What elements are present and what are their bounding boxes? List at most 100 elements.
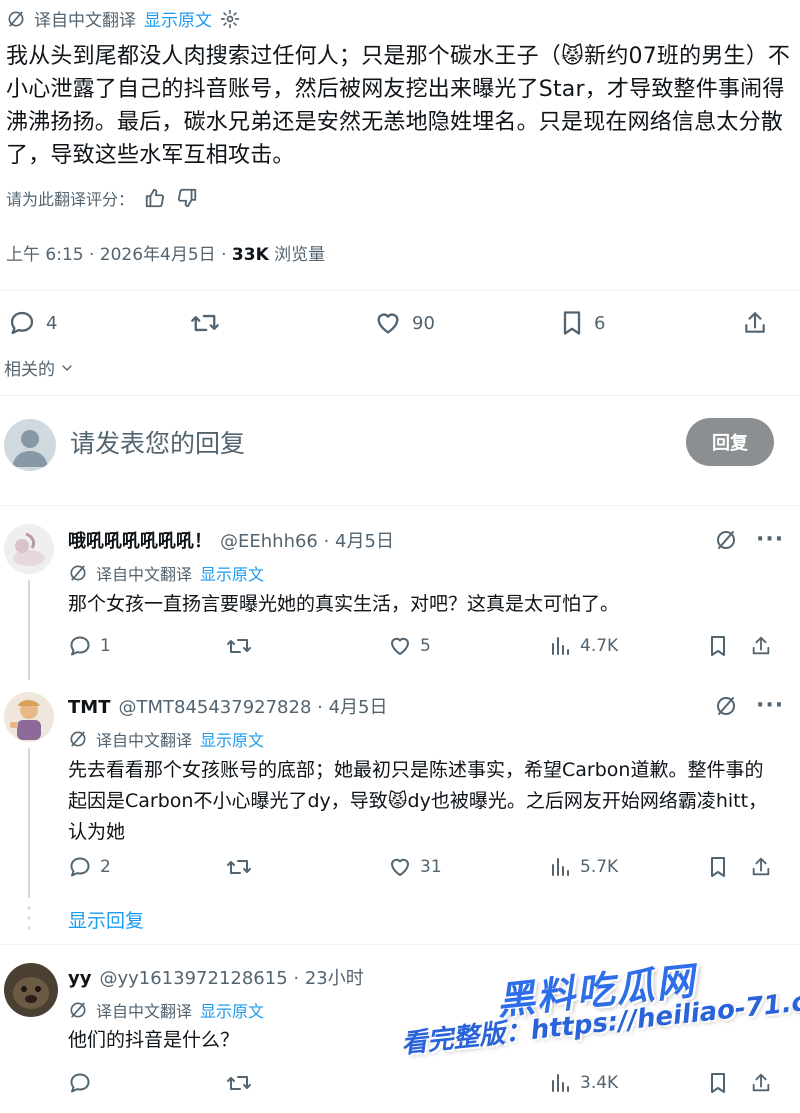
show-original-link[interactable]: 显示原文 — [200, 998, 264, 1022]
translated-label: 译自中文翻译 — [34, 11, 136, 31]
show-original-link[interactable]: 显示原文 — [200, 727, 264, 751]
like-count: 31 — [420, 857, 442, 877]
rate-label: 请为此翻译评分： — [6, 190, 135, 209]
like-count: 90 — [412, 312, 435, 334]
more-icon[interactable]: ··· — [756, 529, 784, 551]
show-replies-link[interactable]: 显示回复 — [68, 906, 144, 933]
comment-icon — [68, 634, 92, 658]
share-button[interactable] — [750, 634, 772, 658]
bookmark-icon — [708, 634, 728, 658]
like-button[interactable]: 5 — [388, 634, 431, 658]
translate-icon — [68, 729, 88, 749]
views-button[interactable]: 5.7K — [550, 855, 618, 879]
display-name: 哦吼吼吼吼吼吼！ — [68, 531, 212, 552]
main-tweet-text: 我从头到尾都没人肉搜索过任何人；只是那个碳水王子（😾新约07班的男生）不小心泄露… — [6, 44, 791, 168]
reply-button[interactable]: 1 — [68, 634, 111, 658]
chevron-down-icon — [59, 360, 75, 376]
share-icon — [750, 1071, 772, 1095]
share-button[interactable] — [742, 309, 768, 337]
bookmark-button[interactable]: 6 — [560, 309, 605, 337]
avatar[interactable] — [4, 692, 54, 742]
heart-icon — [388, 855, 412, 879]
divider — [0, 395, 800, 396]
comment-author[interactable]: TMT @TMT845437927828 · 4月5日 — [68, 693, 387, 719]
heart-icon — [388, 634, 412, 658]
comment-icon — [8, 309, 36, 337]
divider — [0, 944, 800, 945]
retweet-icon — [226, 1071, 252, 1095]
retweet-icon — [226, 634, 252, 658]
reply-count: 1 — [100, 636, 111, 656]
comment-top-actions: ··· — [714, 528, 784, 552]
show-original-link[interactable]: 显示原文 — [200, 561, 264, 585]
share-button[interactable] — [750, 855, 772, 879]
translated-label: 译自中文翻译 — [96, 565, 193, 584]
handle-time: @EEhhh66 · 4月5日 — [220, 531, 394, 552]
thread-line — [28, 748, 30, 898]
bookmark-icon — [560, 309, 584, 337]
like-button[interactable]: 90 — [374, 309, 435, 337]
chart-icon — [550, 855, 572, 879]
tweet-time: 上午 6:15 · 2026年4月5日 · — [6, 245, 232, 265]
comment-text: 先去看看那个女孩账号的底部；她最初只是陈述事实，希望Carbon道歉。整件事的起… — [68, 759, 768, 843]
bookmark-button[interactable] — [708, 855, 728, 879]
retweet-icon — [190, 309, 220, 337]
divider — [0, 290, 800, 291]
avatar[interactable] — [4, 963, 58, 1017]
thumbs-up-icon[interactable] — [144, 187, 166, 209]
bookmark-button[interactable] — [708, 634, 728, 658]
avatar — [4, 419, 56, 471]
retweet-icon — [226, 855, 252, 879]
bookmark-count: 6 — [594, 312, 606, 334]
thumbs-down-icon[interactable] — [176, 187, 198, 209]
translation-info: 译自中文翻译 显示原文 — [68, 727, 264, 751]
translation-info: 译自中文翻译 显示原文 — [68, 998, 264, 1022]
handle-time: @TMT845437927828 · 4月5日 — [118, 697, 388, 718]
more-icon[interactable]: ··· — [756, 695, 784, 717]
translate-icon[interactable] — [714, 694, 738, 718]
reply-button[interactable]: 2 — [68, 855, 111, 879]
translate-icon[interactable] — [714, 528, 738, 552]
show-original-link[interactable]: 显示原文 — [144, 6, 212, 31]
avatar[interactable] — [4, 524, 54, 574]
share-button[interactable] — [750, 1071, 772, 1095]
retweet-button[interactable] — [190, 309, 220, 337]
comment-author[interactable]: 哦吼吼吼吼吼吼！ @EEhhh66 · 4月5日 — [68, 527, 394, 553]
divider — [0, 505, 800, 506]
translate-icon — [68, 1000, 88, 1020]
chart-icon — [550, 634, 572, 658]
reply-input[interactable]: 请发表您的回复 — [70, 424, 245, 460]
retweet-button[interactable] — [226, 634, 252, 658]
view-count: 3.4K — [580, 1073, 619, 1093]
view-count: 33K — [231, 245, 269, 265]
handle-time: @yy1613972128615 · 23小时 — [99, 968, 364, 989]
translate-icon — [6, 9, 26, 29]
related-label: 相关的 — [4, 360, 55, 380]
gear-icon[interactable] — [220, 9, 240, 29]
tweet-meta: 上午 6:15 · 2026年4月5日 · 33K 浏览量 — [6, 240, 325, 265]
like-button[interactable]: 31 — [388, 855, 442, 879]
retweet-button[interactable] — [226, 1071, 252, 1095]
reply-count: 2 — [100, 857, 111, 877]
reply-button[interactable]: 4 — [8, 309, 57, 337]
views-button[interactable]: 4.7K — [550, 634, 618, 658]
heart-icon — [374, 309, 402, 337]
bookmark-button[interactable] — [708, 1071, 728, 1095]
comment-text: 那个女孩一直扬言要曝光她的真实生活，对吧？这真是太可怕了。 — [68, 593, 620, 615]
comment-author[interactable]: yy @yy1613972128615 · 23小时 — [68, 964, 364, 990]
translation-info: 译自中文翻译 显示原文 — [68, 561, 264, 585]
reply-submit-button[interactable]: 回复 — [686, 418, 774, 466]
reply-button[interactable] — [68, 1071, 92, 1095]
share-icon — [750, 855, 772, 879]
translate-icon — [68, 563, 88, 583]
share-icon — [742, 309, 768, 337]
comment-icon — [68, 855, 92, 879]
view-count: 5.7K — [580, 857, 619, 877]
translated-label: 译自中文翻译 — [96, 731, 193, 750]
views-button[interactable]: 3.4K — [550, 1071, 618, 1095]
share-icon — [750, 634, 772, 658]
bookmark-icon — [708, 855, 728, 879]
related-toggle[interactable]: 相关的 — [4, 355, 75, 380]
thread-dots — [26, 904, 32, 934]
retweet-button[interactable] — [226, 855, 252, 879]
